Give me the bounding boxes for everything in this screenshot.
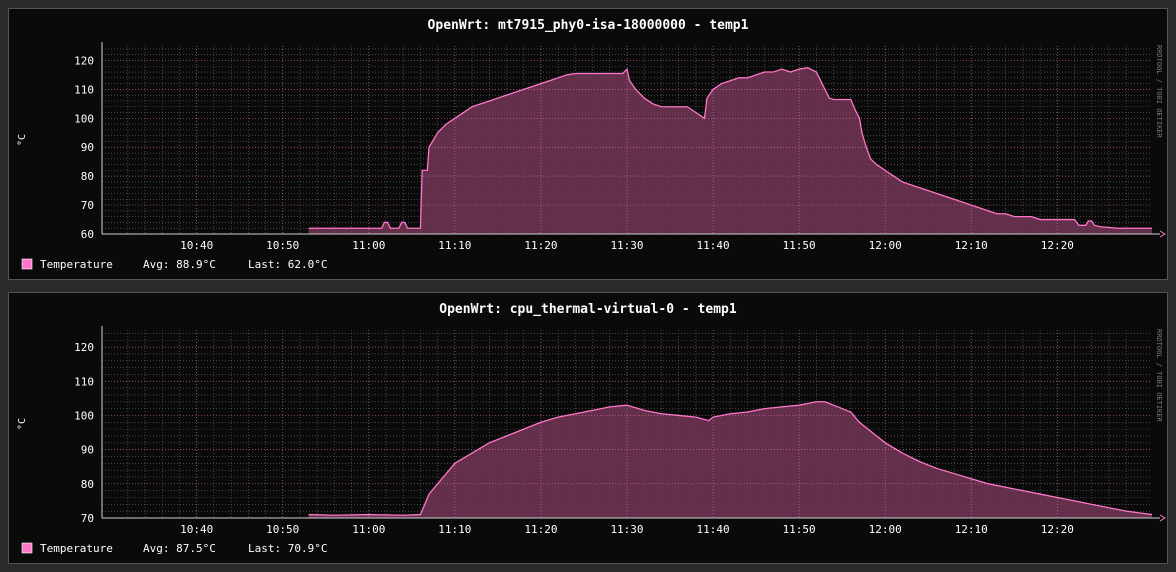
legend-average: Avg: 87.5°C: [143, 542, 216, 555]
y-tick-label: 60: [81, 228, 94, 241]
x-tick-label: 11:00: [352, 239, 385, 252]
chart-title: OpenWrt: mt7915_phy0-isa-18000000 - temp…: [428, 18, 749, 33]
x-tick-label: 11:20: [524, 523, 557, 536]
y-tick-label: 70: [81, 512, 94, 525]
x-tick-label: 11:00: [352, 523, 385, 536]
x-tick-label: 11:30: [610, 239, 643, 252]
x-tick-label: 11:20: [524, 239, 557, 252]
y-tick-label: 80: [81, 478, 94, 491]
chart-panel-mt7915: OpenWrt: mt7915_phy0-isa-18000000 - temp…: [8, 8, 1168, 280]
x-tick-label: 12:10: [955, 239, 988, 252]
y-tick-label: 80: [81, 170, 94, 183]
x-tick-label: 11:10: [438, 523, 471, 536]
chart-cpu-thermal: OpenWrt: cpu_thermal-virtual-0 - temp1 RR…: [17, 302, 1166, 555]
x-tick-label: 11:40: [697, 523, 730, 536]
x-tick-label: 10:50: [266, 239, 299, 252]
x-tick-label: 12:00: [869, 523, 902, 536]
legend-swatch: [21, 542, 33, 554]
y-tick-label: 100: [74, 409, 94, 422]
legend-series-name: Temperature: [40, 258, 113, 271]
y-axis-label: °C: [17, 134, 28, 146]
y-tick-label: 110: [74, 375, 94, 388]
x-tick-label: 12:10: [955, 523, 988, 536]
y-axis-label: °C: [17, 418, 28, 430]
y-tick-label: 90: [81, 141, 94, 154]
x-tick-label: 10:40: [180, 239, 213, 252]
legend-last-value: Last: 62.0°C: [248, 258, 327, 271]
rrdtool-credit-label: RRDTOOL / TOBI OETIKER: [1155, 329, 1163, 423]
legend-average: Avg: 88.9°C: [143, 258, 216, 271]
chart-panel-cpu-thermal: OpenWrt: cpu_thermal-virtual-0 - temp1 RR…: [8, 292, 1168, 564]
x-tick-label: 10:50: [266, 523, 299, 536]
y-tick-label: 70: [81, 199, 94, 212]
x-tick-label: 12:20: [1041, 239, 1074, 252]
y-tick-label: 90: [81, 444, 94, 457]
legend-swatch: [21, 258, 33, 270]
y-tick-label: 120: [74, 54, 94, 67]
legend-series-name: Temperature: [40, 542, 113, 555]
x-tick-label: 11:40: [697, 239, 730, 252]
chart-mt7915: OpenWrt: mt7915_phy0-isa-18000000 - temp…: [17, 18, 1166, 271]
x-tick-label: 12:20: [1041, 523, 1074, 536]
legend-last-value: Last: 70.9°C: [248, 542, 327, 555]
x-axis-arrow: [1159, 514, 1166, 522]
y-tick-label: 110: [74, 83, 94, 96]
x-tick-label: 11:50: [783, 239, 816, 252]
chart-title: OpenWrt: cpu_thermal-virtual-0 - temp1: [439, 302, 737, 317]
rrdtool-credit-label: RRDTOOL / TOBI OETIKER: [1155, 45, 1163, 139]
x-tick-label: 12:00: [869, 239, 902, 252]
series-area: [308, 401, 1152, 518]
x-tick-label: 11:50: [783, 523, 816, 536]
y-tick-label: 120: [74, 341, 94, 354]
x-tick-label: 10:40: [180, 523, 213, 536]
series-area: [308, 67, 1152, 234]
y-tick-label: 100: [74, 112, 94, 125]
x-axis-arrow: [1159, 230, 1166, 238]
x-tick-label: 11:10: [438, 239, 471, 252]
x-tick-label: 11:30: [610, 523, 643, 536]
